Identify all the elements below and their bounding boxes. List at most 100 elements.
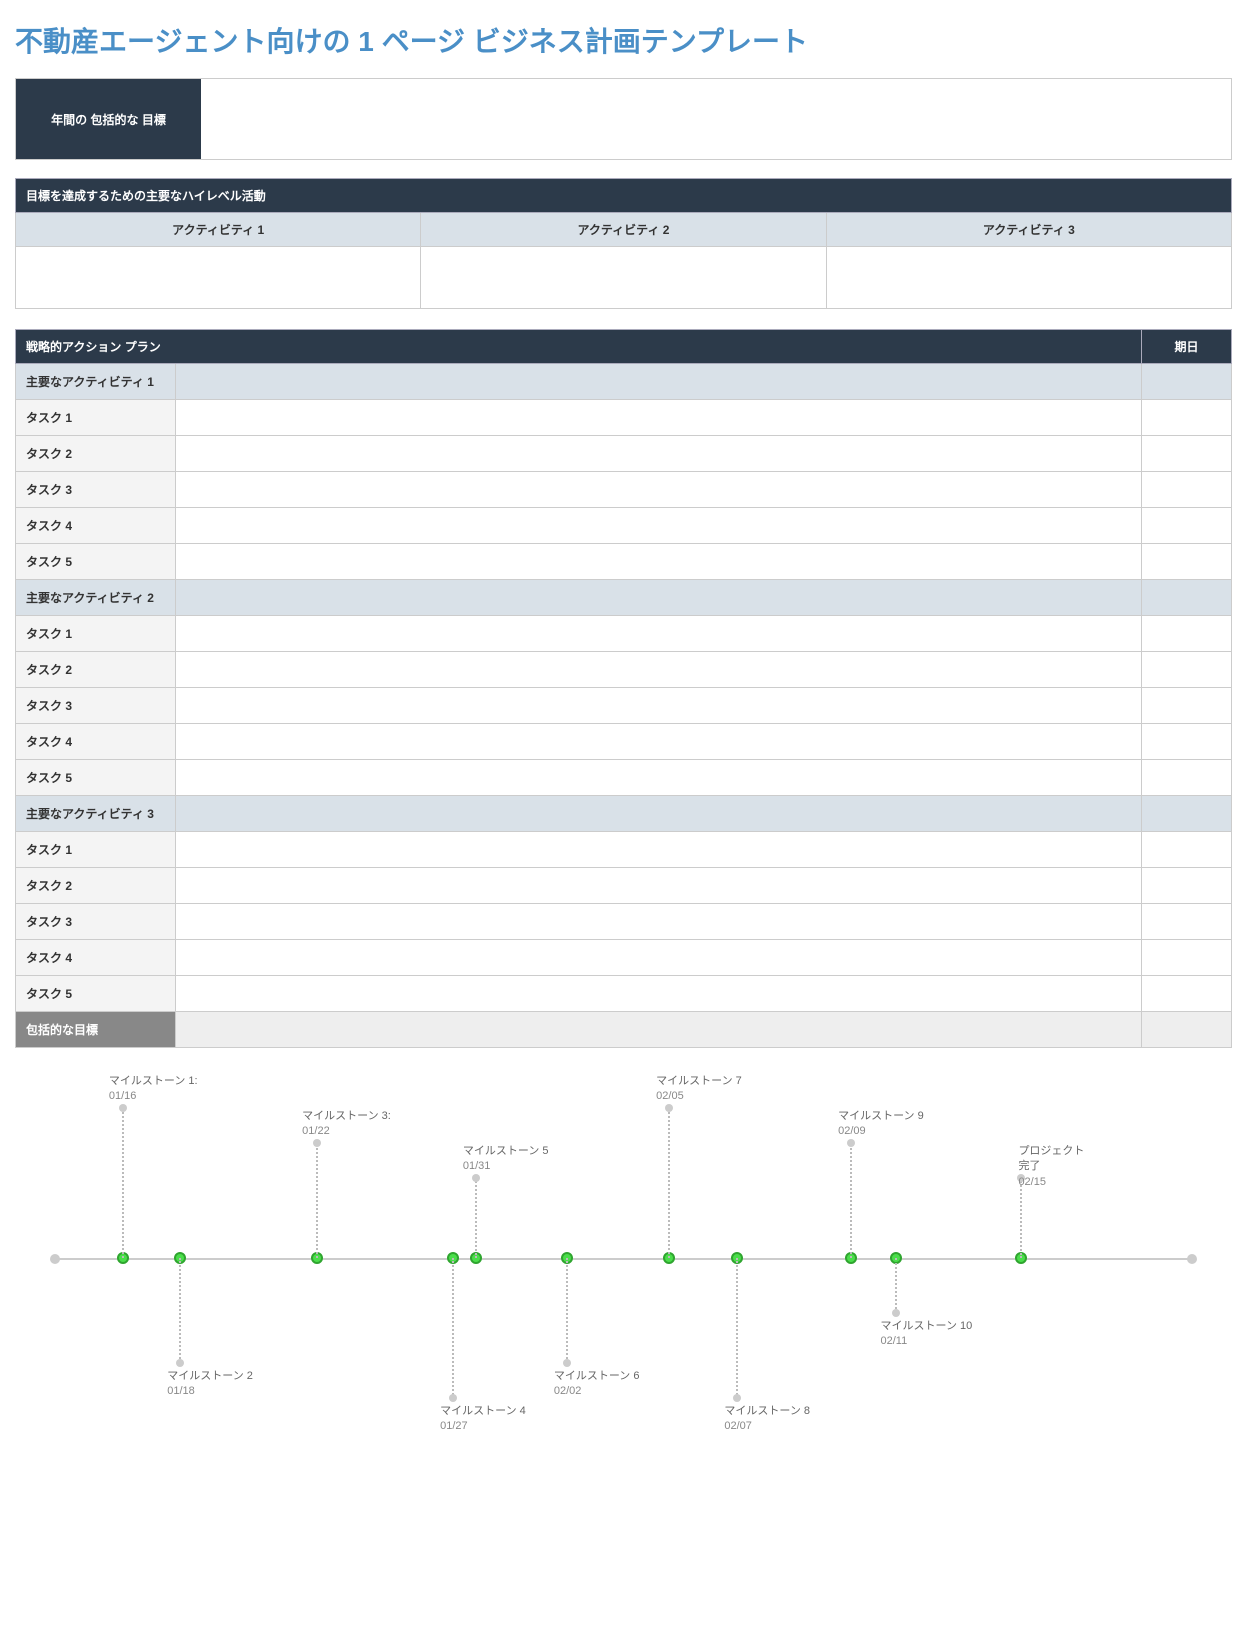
plan-task-label: タスク 4: [16, 508, 176, 544]
milestone-connector: [122, 1108, 124, 1258]
plan-task-content[interactable]: [176, 832, 1142, 868]
activity-col-1: アクティビティ 1: [16, 213, 421, 247]
milestone-end-dot-icon: [563, 1359, 571, 1367]
activities-table: 目標を達成するための主要なハイレベル活動 アクティビティ 1 アクティビティ 2…: [15, 178, 1232, 309]
plan-task-date[interactable]: [1142, 688, 1232, 724]
plan-task-label: タスク 4: [16, 724, 176, 760]
plan-group-label: 主要なアクティビティ 2: [16, 580, 176, 616]
plan-task-date[interactable]: [1142, 724, 1232, 760]
plan-group-content[interactable]: [176, 580, 1142, 616]
milestone-label: マイルストーン 902/09: [838, 1109, 924, 1140]
plan-task-label: タスク 1: [16, 616, 176, 652]
plan-task-label: タスク 2: [16, 868, 176, 904]
plan-task-content[interactable]: [176, 616, 1142, 652]
annual-goal-label: 年間の 包括的な 目標: [16, 79, 201, 159]
milestone-timeline: マイルストーン 1:01/16マイルストーン 201/18マイルストーン 3:0…: [55, 1078, 1192, 1458]
plan-task-date[interactable]: [1142, 760, 1232, 796]
plan-task-label: タスク 3: [16, 472, 176, 508]
plan-task-label: タスク 5: [16, 544, 176, 580]
milestone-label: マイルストーン 3:01/22: [302, 1109, 391, 1140]
plan-task-date[interactable]: [1142, 904, 1232, 940]
milestone-connector: [179, 1258, 181, 1363]
milestone-end-dot-icon: [119, 1104, 127, 1112]
milestone-connector: [668, 1108, 670, 1258]
plan-table: 戦略的アクション プラン 期日 主要なアクティビティ 1タスク 1タスク 2タス…: [15, 329, 1232, 1048]
plan-task-date[interactable]: [1142, 616, 1232, 652]
plan-group-content[interactable]: [176, 364, 1142, 400]
plan-header: 戦略的アクション プラン: [16, 330, 1142, 364]
plan-task-date[interactable]: [1142, 832, 1232, 868]
plan-task-date[interactable]: [1142, 868, 1232, 904]
activity-cell-1[interactable]: [16, 247, 421, 309]
plan-task-content[interactable]: [176, 544, 1142, 580]
plan-task-label: タスク 1: [16, 400, 176, 436]
milestone-end-dot-icon: [449, 1394, 457, 1402]
plan-group-date[interactable]: [1142, 580, 1232, 616]
plan-task-content[interactable]: [176, 904, 1142, 940]
plan-task-label: タスク 5: [16, 976, 176, 1012]
milestone-end-dot-icon: [472, 1174, 480, 1182]
plan-task-date[interactable]: [1142, 976, 1232, 1012]
plan-task-label: タスク 1: [16, 832, 176, 868]
plan-task-date[interactable]: [1142, 472, 1232, 508]
milestone-end-dot-icon: [176, 1359, 184, 1367]
activity-cell-2[interactable]: [421, 247, 826, 309]
milestone-connector: [850, 1143, 852, 1258]
plan-task-content[interactable]: [176, 688, 1142, 724]
milestone-label: マイルストーン 201/18: [167, 1369, 253, 1400]
plan-group-label: 主要なアクティビティ 1: [16, 364, 176, 400]
milestone-connector: [895, 1258, 897, 1313]
plan-group-label: 主要なアクティビティ 3: [16, 796, 176, 832]
milestone-connector: [566, 1258, 568, 1363]
plan-task-content[interactable]: [176, 652, 1142, 688]
milestone-connector: [736, 1258, 738, 1398]
plan-group-date[interactable]: [1142, 364, 1232, 400]
annual-goal-box: 年間の 包括的な 目標: [15, 78, 1232, 160]
plan-task-label: タスク 2: [16, 652, 176, 688]
plan-task-content[interactable]: [176, 436, 1142, 472]
plan-task-label: タスク 2: [16, 436, 176, 472]
plan-task-content[interactable]: [176, 724, 1142, 760]
plan-task-date[interactable]: [1142, 544, 1232, 580]
activity-col-3: アクティビティ 3: [826, 213, 1231, 247]
plan-task-date[interactable]: [1142, 436, 1232, 472]
milestone-end-dot-icon: [892, 1309, 900, 1317]
plan-footer-label: 包括的な目標: [16, 1012, 176, 1048]
plan-task-content[interactable]: [176, 472, 1142, 508]
milestone-label: マイルストーン 802/07: [724, 1404, 810, 1435]
milestone-end-dot-icon: [665, 1104, 673, 1112]
plan-group-date[interactable]: [1142, 796, 1232, 832]
milestone-label: マイルストーン 602/02: [554, 1369, 640, 1400]
activity-cell-3[interactable]: [826, 247, 1231, 309]
milestone-end-dot-icon: [847, 1139, 855, 1147]
plan-task-content[interactable]: [176, 760, 1142, 796]
plan-task-label: タスク 4: [16, 940, 176, 976]
plan-task-date[interactable]: [1142, 940, 1232, 976]
plan-task-content[interactable]: [176, 868, 1142, 904]
plan-group-content[interactable]: [176, 796, 1142, 832]
plan-task-date[interactable]: [1142, 508, 1232, 544]
activity-col-2: アクティビティ 2: [421, 213, 826, 247]
milestone-label: マイルストーン 1002/11: [881, 1319, 973, 1350]
plan-task-content[interactable]: [176, 508, 1142, 544]
annual-goal-content[interactable]: [201, 79, 1231, 159]
plan-footer-date[interactable]: [1142, 1012, 1232, 1048]
plan-task-content[interactable]: [176, 940, 1142, 976]
page-title: 不動産エージェント向けの 1 ページ ビジネス計画テンプレート: [15, 20, 1232, 60]
plan-task-content[interactable]: [176, 976, 1142, 1012]
milestone-label: マイルストーン 1:01/16: [109, 1074, 198, 1105]
plan-task-date[interactable]: [1142, 652, 1232, 688]
milestone-label: マイルストーン 702/05: [656, 1074, 742, 1105]
plan-task-label: タスク 3: [16, 688, 176, 724]
plan-task-content[interactable]: [176, 400, 1142, 436]
milestone-label: マイルストーン 401/27: [440, 1404, 526, 1435]
milestone-connector: [316, 1143, 318, 1258]
plan-task-label: タスク 5: [16, 760, 176, 796]
activities-header: 目標を達成するための主要なハイレベル活動: [16, 179, 1232, 213]
milestone-label: プロジェクト完了02/15: [1018, 1144, 1084, 1190]
plan-footer-content[interactable]: [176, 1012, 1142, 1048]
milestone-end-dot-icon: [733, 1394, 741, 1402]
milestone-end-dot-icon: [313, 1139, 321, 1147]
milestone-connector: [452, 1258, 454, 1398]
plan-task-date[interactable]: [1142, 400, 1232, 436]
